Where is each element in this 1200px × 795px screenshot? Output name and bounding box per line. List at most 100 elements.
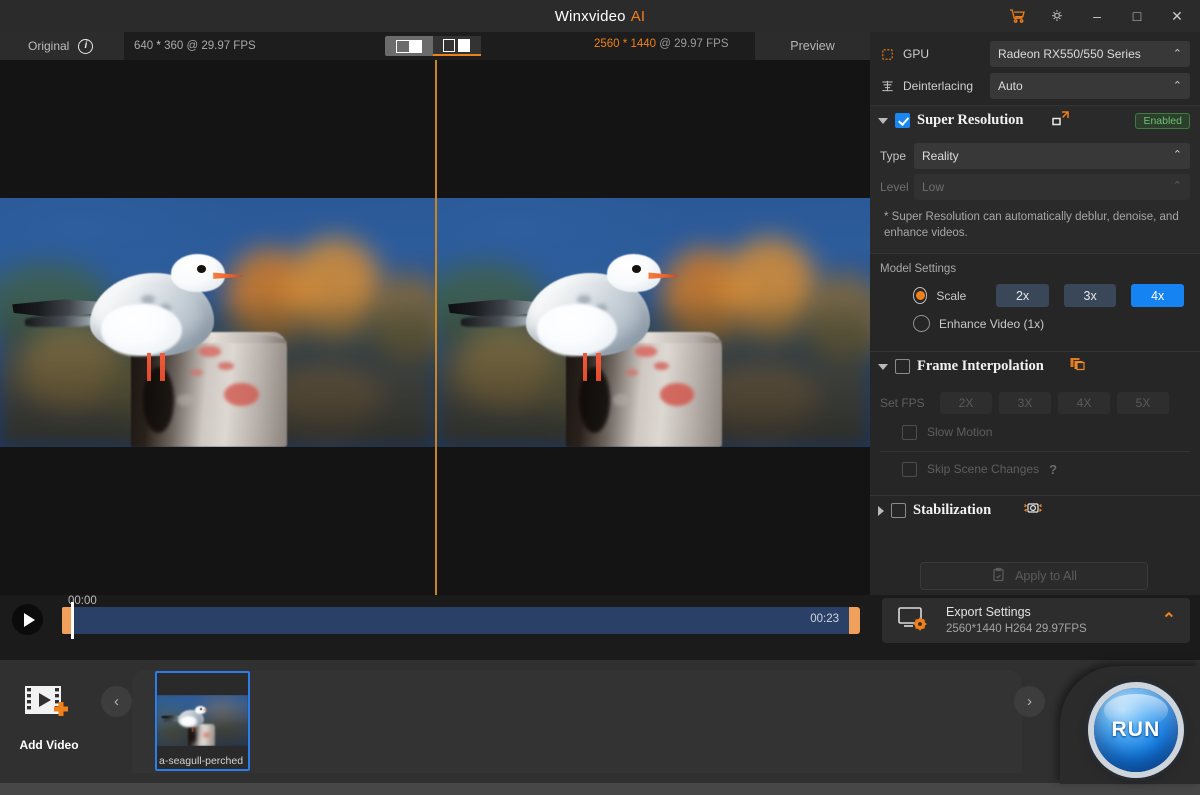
settings-panel: GPU Radeon RX550/550 Series ⌃ Deinterlac… xyxy=(870,32,1200,595)
window-controls: – □ ✕ xyxy=(998,0,1200,32)
run-button[interactable]: RUN xyxy=(1094,688,1178,772)
playhead[interactable] xyxy=(71,602,74,639)
chevron-right-icon[interactable] xyxy=(878,506,884,516)
chip-icon xyxy=(880,47,895,62)
stabilization-checkbox[interactable] xyxy=(891,503,906,518)
gpu-value: Radeon RX550/550 Series xyxy=(998,47,1141,61)
frame-interpolation-checkbox[interactable] xyxy=(895,359,910,374)
super-resolution-checkbox[interactable] xyxy=(895,113,910,128)
export-text-group: Export Settings 2560*1440 H264 29.97FPS xyxy=(946,604,1087,637)
preview-pane-enhanced xyxy=(436,60,870,595)
stabilization-title: Stabilization xyxy=(913,502,991,519)
super-resolution-title: Super Resolution xyxy=(917,112,1024,129)
output-separator: * xyxy=(623,38,627,50)
list-item[interactable]: a-seagull-perched xyxy=(155,671,250,771)
deinterlacing-select[interactable]: Auto ⌃ xyxy=(990,73,1190,99)
sr-level-row: Level Low ⌃ xyxy=(880,174,1190,199)
shopping-cart-icon[interactable] xyxy=(998,0,1036,32)
output-height: 1440 xyxy=(630,38,656,50)
source-fps: @ 29.97 FPS xyxy=(186,40,255,52)
chevron-down-icon[interactable] xyxy=(878,364,888,370)
fps-3x-button[interactable]: 3X xyxy=(999,392,1051,414)
sr-type-label: Type xyxy=(880,149,914,163)
super-resolution-body: Type Reality ⌃ Level Low ⌃ * Super Resol… xyxy=(870,135,1200,253)
play-icon[interactable] xyxy=(12,604,43,635)
export-settings-card[interactable]: Export Settings 2560*1440 H264 29.97FPS … xyxy=(882,598,1190,643)
run-button-label: RUN xyxy=(1111,718,1160,742)
sr-level-select: Low ⌃ xyxy=(914,174,1190,200)
minimize-button[interactable]: – xyxy=(1078,0,1116,32)
gpu-select[interactable]: Radeon RX550/550 Series ⌃ xyxy=(990,41,1190,67)
camera-shake-icon[interactable] xyxy=(1022,500,1044,521)
section-header-frame-interpolation[interactable]: Frame Interpolation xyxy=(870,351,1200,381)
add-video-button[interactable]: Add Video xyxy=(16,682,82,756)
set-fps-row: Set FPS 2X 3X 4X 5X xyxy=(880,391,1190,415)
expand-arrows-icon[interactable] xyxy=(1051,110,1070,132)
thumbnail-image xyxy=(157,695,248,746)
scale-3x-button[interactable]: 3x xyxy=(1064,284,1117,307)
scale-label: Scale xyxy=(936,289,987,303)
close-button[interactable]: ✕ xyxy=(1158,0,1196,32)
frames-stack-icon[interactable] xyxy=(1069,356,1088,378)
preview-pane-original xyxy=(0,60,435,595)
scale-4x-button[interactable]: 4x xyxy=(1131,284,1184,307)
apply-to-all-button[interactable]: Apply to All xyxy=(920,562,1148,590)
frame-interpolation-title: Frame Interpolation xyxy=(917,358,1044,375)
view-mode-toggle xyxy=(385,36,481,56)
question-mark-icon[interactable]: ? xyxy=(1049,462,1057,477)
seagull xyxy=(453,233,722,387)
trim-handle-end[interactable] xyxy=(849,607,860,634)
skip-scene-row: Skip Scene Changes ? xyxy=(880,452,1190,486)
scale-radio[interactable] xyxy=(913,287,927,304)
seagull xyxy=(17,233,287,387)
tab-original[interactable]: Original i xyxy=(0,32,124,60)
app-title-ai: AI xyxy=(631,8,646,25)
section-header-super-resolution[interactable]: Super Resolution Enabled xyxy=(870,105,1200,135)
enhance-video-radio[interactable] xyxy=(913,315,930,332)
set-fps-label: Set FPS xyxy=(880,396,940,410)
skip-scene-label: Skip Scene Changes xyxy=(927,462,1039,476)
info-icon[interactable]: i xyxy=(78,39,93,54)
side-by-side-view-icon[interactable] xyxy=(433,36,481,56)
super-resolution-note: * Super Resolution can automatically deb… xyxy=(880,205,1190,243)
source-width: 640 xyxy=(134,40,153,52)
split-divider[interactable] xyxy=(435,60,437,595)
sr-type-value: Reality xyxy=(922,149,959,163)
sr-type-row: Type Reality ⌃ xyxy=(880,143,1190,168)
add-video-label: Add Video xyxy=(19,738,78,752)
slow-motion-checkbox[interactable] xyxy=(902,425,917,440)
deinterlace-icon xyxy=(880,79,895,94)
tab-original-label: Original xyxy=(28,39,69,53)
skip-scene-checkbox[interactable] xyxy=(902,462,917,477)
chevron-updown-icon: ⌃ xyxy=(1173,81,1182,92)
fps-2x-button[interactable]: 2X xyxy=(940,392,992,414)
export-settings-subtitle: 2560*1440 H264 29.97FPS xyxy=(946,621,1087,637)
gear-icon[interactable] xyxy=(1038,0,1076,32)
sr-level-value: Low xyxy=(922,180,944,194)
deinterlacing-label: Deinterlacing xyxy=(903,79,973,93)
enhanced-video-frame xyxy=(436,198,870,447)
chevron-up-icon[interactable]: ⌃ xyxy=(1162,610,1176,630)
film-plus-icon xyxy=(23,682,75,731)
section-header-stabilization[interactable]: Stabilization xyxy=(870,495,1200,525)
gpu-label-group: GPU xyxy=(880,47,990,62)
scale-row: Scale 2x 3x 4x xyxy=(880,284,1190,307)
video-preview-stage[interactable] xyxy=(0,60,870,595)
fps-5x-button[interactable]: 5X xyxy=(1117,392,1169,414)
time-end-label: 00:23 xyxy=(810,613,839,625)
clipboard-icon xyxy=(991,567,1006,586)
split-view-icon[interactable] xyxy=(385,36,433,56)
filmstrip-track xyxy=(132,670,1022,773)
sr-type-select[interactable]: Reality ⌃ xyxy=(914,143,1190,169)
tab-preview[interactable]: Preview xyxy=(755,32,870,60)
output-fps: @ 29.97 FPS xyxy=(659,38,728,50)
winxvideo-ai-window: WinxvideoAI – □ ✕ Original i xyxy=(0,0,1200,795)
fps-4x-button[interactable]: 4X xyxy=(1058,392,1110,414)
slow-motion-label: Slow Motion xyxy=(927,425,992,439)
scale-2x-button[interactable]: 2x xyxy=(996,284,1049,307)
maximize-button[interactable]: □ xyxy=(1118,0,1156,32)
timeline-track[interactable]: 00:23 xyxy=(62,607,849,634)
enhance-video-label: Enhance Video (1x) xyxy=(939,317,1044,331)
chevron-down-icon[interactable] xyxy=(878,118,888,124)
chevron-left-icon[interactable]: ‹ xyxy=(101,686,132,717)
